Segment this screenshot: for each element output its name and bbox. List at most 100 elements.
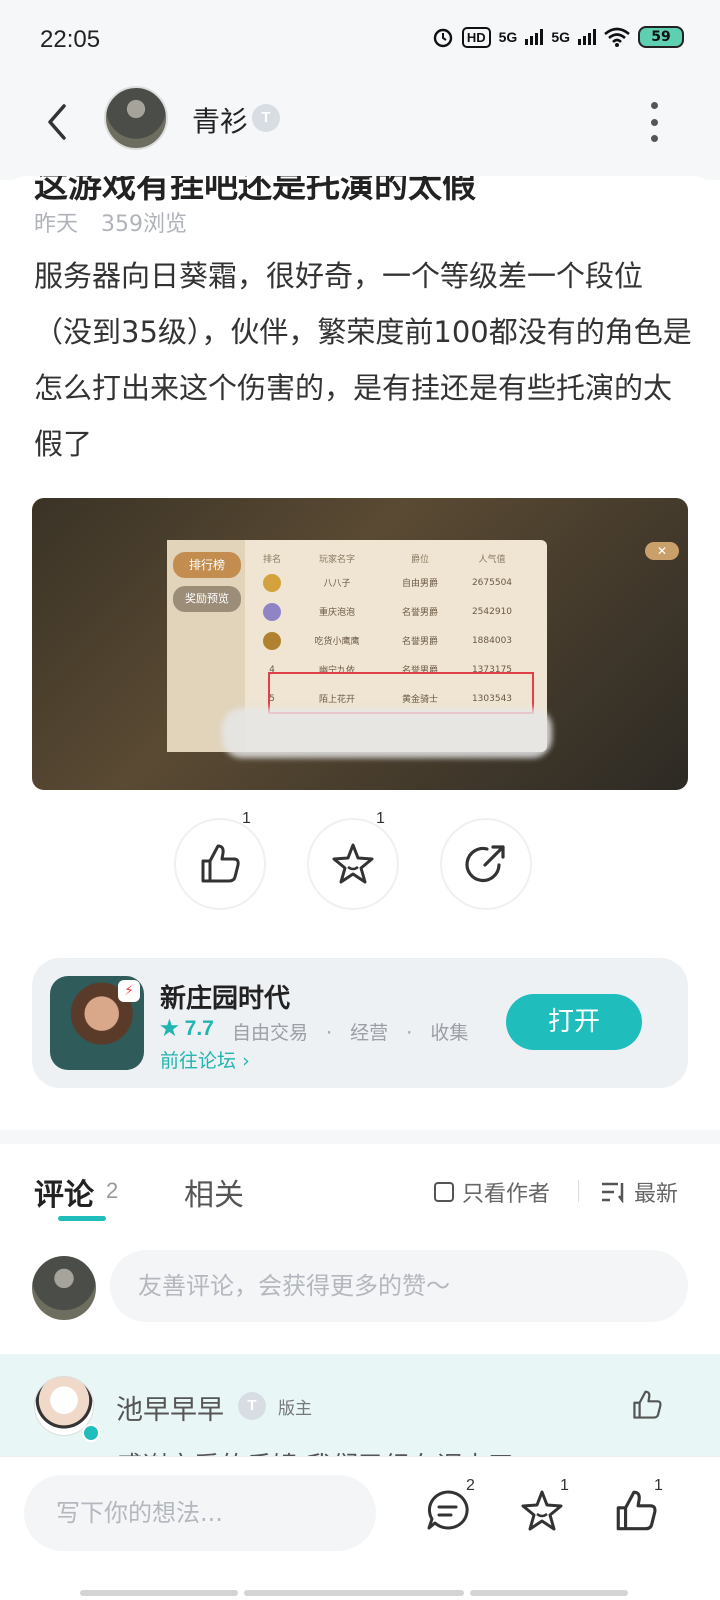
- app-icon[interactable]: ⚡: [50, 976, 144, 1070]
- thumbs-up-icon: [201, 844, 240, 883]
- active-tab-indicator: [58, 1216, 106, 1221]
- gold-medal-icon: [263, 573, 281, 592]
- leaderboard-tab-reward: 奖励预览: [173, 586, 241, 612]
- post-title: 这游戏有挂吧还是托演的太假: [34, 176, 476, 206]
- app-rating: ★ 7.7: [160, 1017, 214, 1040]
- star-icon[interactable]: [518, 1487, 566, 1535]
- sort-label: 最新: [634, 1182, 679, 1207]
- comment-count: 2: [106, 1178, 119, 1203]
- sort-toggle[interactable]: 最新: [600, 1176, 678, 1208]
- wifi-icon: [604, 27, 630, 47]
- row-title: 名誉男爵: [401, 637, 438, 647]
- post-image[interactable]: 排行榜 奖励预览 ✕ 排名 玩家名字 爵位 人气值 八八子 自由男爵 26755…: [32, 498, 688, 790]
- comment-input-row: 友善评论，会获得更多的赞～: [0, 1244, 720, 1354]
- row-value: 2675504: [471, 577, 513, 588]
- row-title: 名誉男爵: [401, 608, 438, 618]
- level-badge-icon: T: [252, 104, 280, 132]
- post-card: 这游戏有挂吧还是托演的太假 昨天 359浏览 服务器向日葵霜，很好奇，一个等级差…: [0, 176, 720, 1146]
- level-badge-icon: T: [238, 1392, 266, 1420]
- comment-tabs: 评论 2 相关 只看作者 最新: [0, 1144, 720, 1244]
- row-value: 2542910: [471, 606, 513, 617]
- bottom-like-count: 1: [654, 1477, 663, 1494]
- signal-icon: [525, 29, 544, 45]
- network-5g-icon: 5G: [498, 29, 518, 45]
- status-time: 22:05: [40, 26, 101, 53]
- comment-item: 池早早早 T 版主 感谢亲爱的反馈 我们已经在调查了: [0, 1354, 720, 1464]
- post-actions: 1 1: [0, 810, 720, 914]
- app-rating-value: 7.7: [184, 1017, 214, 1040]
- leaderboard-row: 重庆泡泡 名誉男爵 2542910: [253, 597, 543, 626]
- col-value: 人气值: [478, 554, 506, 565]
- app-tag-sep: ·: [326, 1022, 333, 1044]
- leaderboard-tab-rank: 排行榜: [173, 552, 241, 578]
- row-value: 1884003: [471, 635, 513, 646]
- app-badge-icon: ⚡: [118, 980, 140, 1002]
- divider: [578, 1180, 579, 1202]
- commenter-name[interactable]: 池早早早: [116, 1388, 224, 1427]
- post-header: 青衫 T: [0, 80, 720, 180]
- row-title: 自由男爵: [401, 579, 438, 589]
- app-tag-sep: ·: [406, 1022, 413, 1044]
- comment-input[interactable]: 友善评论，会获得更多的赞～: [110, 1250, 688, 1322]
- back-arrow-icon[interactable]: [38, 102, 78, 142]
- bottom-favorite-count: 1: [560, 1477, 569, 1494]
- leaderboard-row: 八八子 自由男爵 2675504: [253, 568, 543, 597]
- hd-icon: HD: [461, 26, 491, 48]
- nav-indicator: [470, 1590, 628, 1596]
- blurred-region: [222, 708, 552, 758]
- app-card[interactable]: ⚡ 新庄园时代 ★ 7.7 自由交易 · 经营 · 收集 前往论坛 › 打开: [32, 958, 688, 1088]
- app-tag: 收集: [430, 1022, 469, 1044]
- nav-indicator: [244, 1590, 464, 1596]
- app-name[interactable]: 新庄园时代: [160, 978, 290, 1015]
- col-name: 玩家名字: [318, 554, 355, 565]
- network-5g-icon-2: 5G: [551, 29, 570, 45]
- nav-indicator: [80, 1590, 238, 1596]
- battery-icon: 59: [638, 26, 684, 48]
- moderator-label: 版主: [278, 1399, 312, 1419]
- sort-icon: [602, 1182, 624, 1203]
- leaderboard-header-row: 排名 玩家名字 爵位 人气值: [253, 548, 543, 568]
- bottom-comment-input[interactable]: 写下你的想法...: [24, 1475, 376, 1551]
- status-icons: HD 5G 5G 59: [432, 26, 684, 48]
- share-button[interactable]: [440, 818, 532, 910]
- post-date: 昨天: [34, 212, 79, 237]
- open-app-button[interactable]: 打开: [506, 994, 642, 1050]
- bottom-comment-count: 2: [466, 1477, 475, 1494]
- comment-like-icon[interactable]: [630, 1388, 664, 1422]
- only-author-label: 只看作者: [462, 1182, 551, 1207]
- only-author-toggle[interactable]: 只看作者: [434, 1176, 550, 1208]
- author-avatar[interactable]: [104, 86, 168, 150]
- row-name: 吃货小鹰鹰: [314, 637, 360, 647]
- forum-link-label: 前往论坛: [160, 1050, 237, 1072]
- thumbs-up-icon[interactable]: [612, 1487, 660, 1535]
- comment-bubble-icon[interactable]: [424, 1487, 472, 1535]
- favorite-button[interactable]: [307, 818, 399, 910]
- silver-medal-icon: [263, 602, 281, 621]
- row-name: 八八子: [323, 579, 351, 589]
- alarm-icon: [433, 28, 453, 48]
- more-menu-icon[interactable]: [648, 102, 660, 142]
- app-tag: 自由交易: [232, 1022, 309, 1044]
- author-name[interactable]: 青衫: [192, 100, 248, 140]
- section-divider: [0, 1130, 720, 1144]
- leaderboard-row: 吃货小鹰鹰 名誉男爵 1884003: [253, 626, 543, 655]
- like-count: 1: [242, 810, 251, 827]
- close-icon: ✕: [645, 542, 679, 560]
- like-button[interactable]: [174, 818, 266, 910]
- verified-icon: [82, 1424, 100, 1442]
- status-bar: 22:05 HD 5G 5G 59: [0, 0, 720, 80]
- favorite-count: 1: [376, 810, 385, 827]
- post-meta: 昨天 359浏览: [34, 206, 203, 238]
- post-body: 服务器向日葵霜，很好奇，一个等级差一个段位（没到35级），伙伴，繁荣度前100都…: [34, 259, 692, 461]
- user-avatar: [32, 1256, 96, 1320]
- post-views: 359浏览: [101, 212, 188, 237]
- col-title: 爵位: [410, 554, 429, 565]
- forum-link[interactable]: 前往论坛 ›: [160, 1046, 250, 1073]
- tab-related[interactable]: 相关: [184, 1170, 244, 1214]
- signal-icon-2: [578, 29, 596, 45]
- tab-comments[interactable]: 评论: [34, 1170, 94, 1214]
- checkbox-icon[interactable]: [434, 1182, 454, 1202]
- bronze-medal-icon: [263, 631, 281, 650]
- app-tag: 经营: [350, 1022, 389, 1044]
- star-icon: [332, 843, 374, 884]
